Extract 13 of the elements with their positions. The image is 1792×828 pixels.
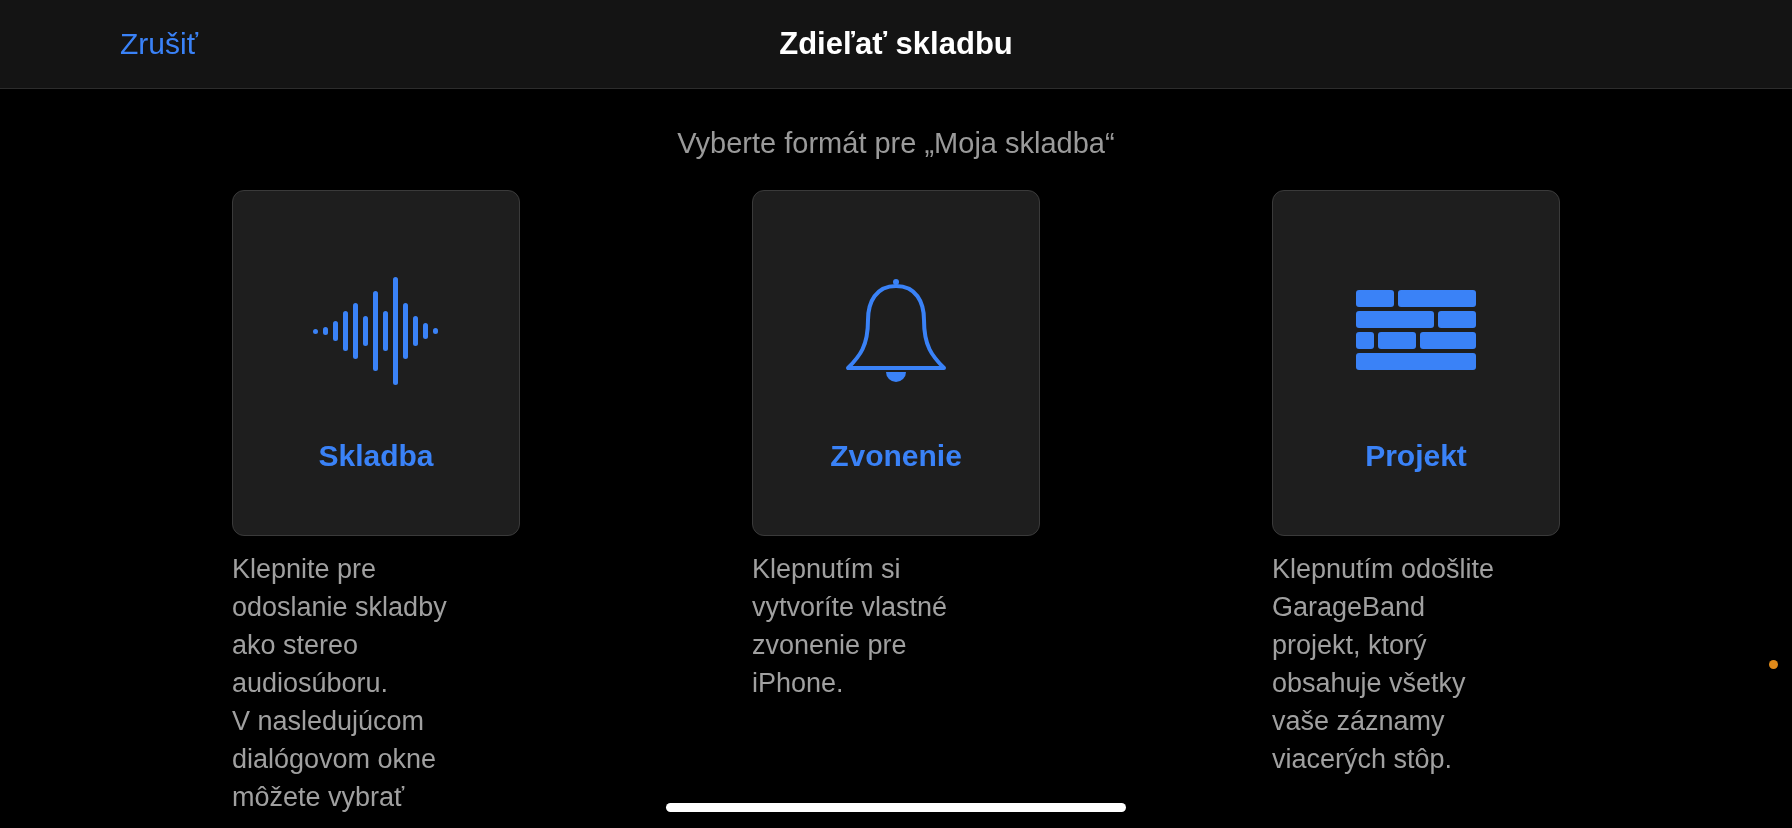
format-option-card[interactable]: Zvonenie: [752, 190, 1040, 536]
option-description: Klepnutím odošlite GarageBand projekt, ktorý obsahuje všetky vaše záznamy viacerých stôp.: [1272, 553, 1496, 776]
home-indicator[interactable]: [666, 803, 1126, 812]
format-option-card[interactable]: Projekt: [1272, 190, 1560, 536]
privacy-indicator-icon: [1769, 660, 1778, 669]
waveform-icon: [311, 276, 441, 386]
option-description: Klepnutím si vytvoríte vlastné zvonenie pre iPhone.: [752, 553, 949, 700]
brick-wall-icon: [1356, 290, 1476, 372]
option-description: Klepnite pre odoslanie skladby ako stereo audiosúboru. V nasledujúcom dialógovom okne môžete vybrať: [232, 553, 448, 814]
cancel-button[interactable]: Zrušiť: [120, 27, 198, 61]
format-prompt: Vyberte formát pre „Moja skladba“: [676, 127, 1116, 160]
format-option-card[interactable]: Skladba: [232, 190, 520, 536]
dialog-title: Zdieľať skladbu: [779, 26, 1013, 62]
